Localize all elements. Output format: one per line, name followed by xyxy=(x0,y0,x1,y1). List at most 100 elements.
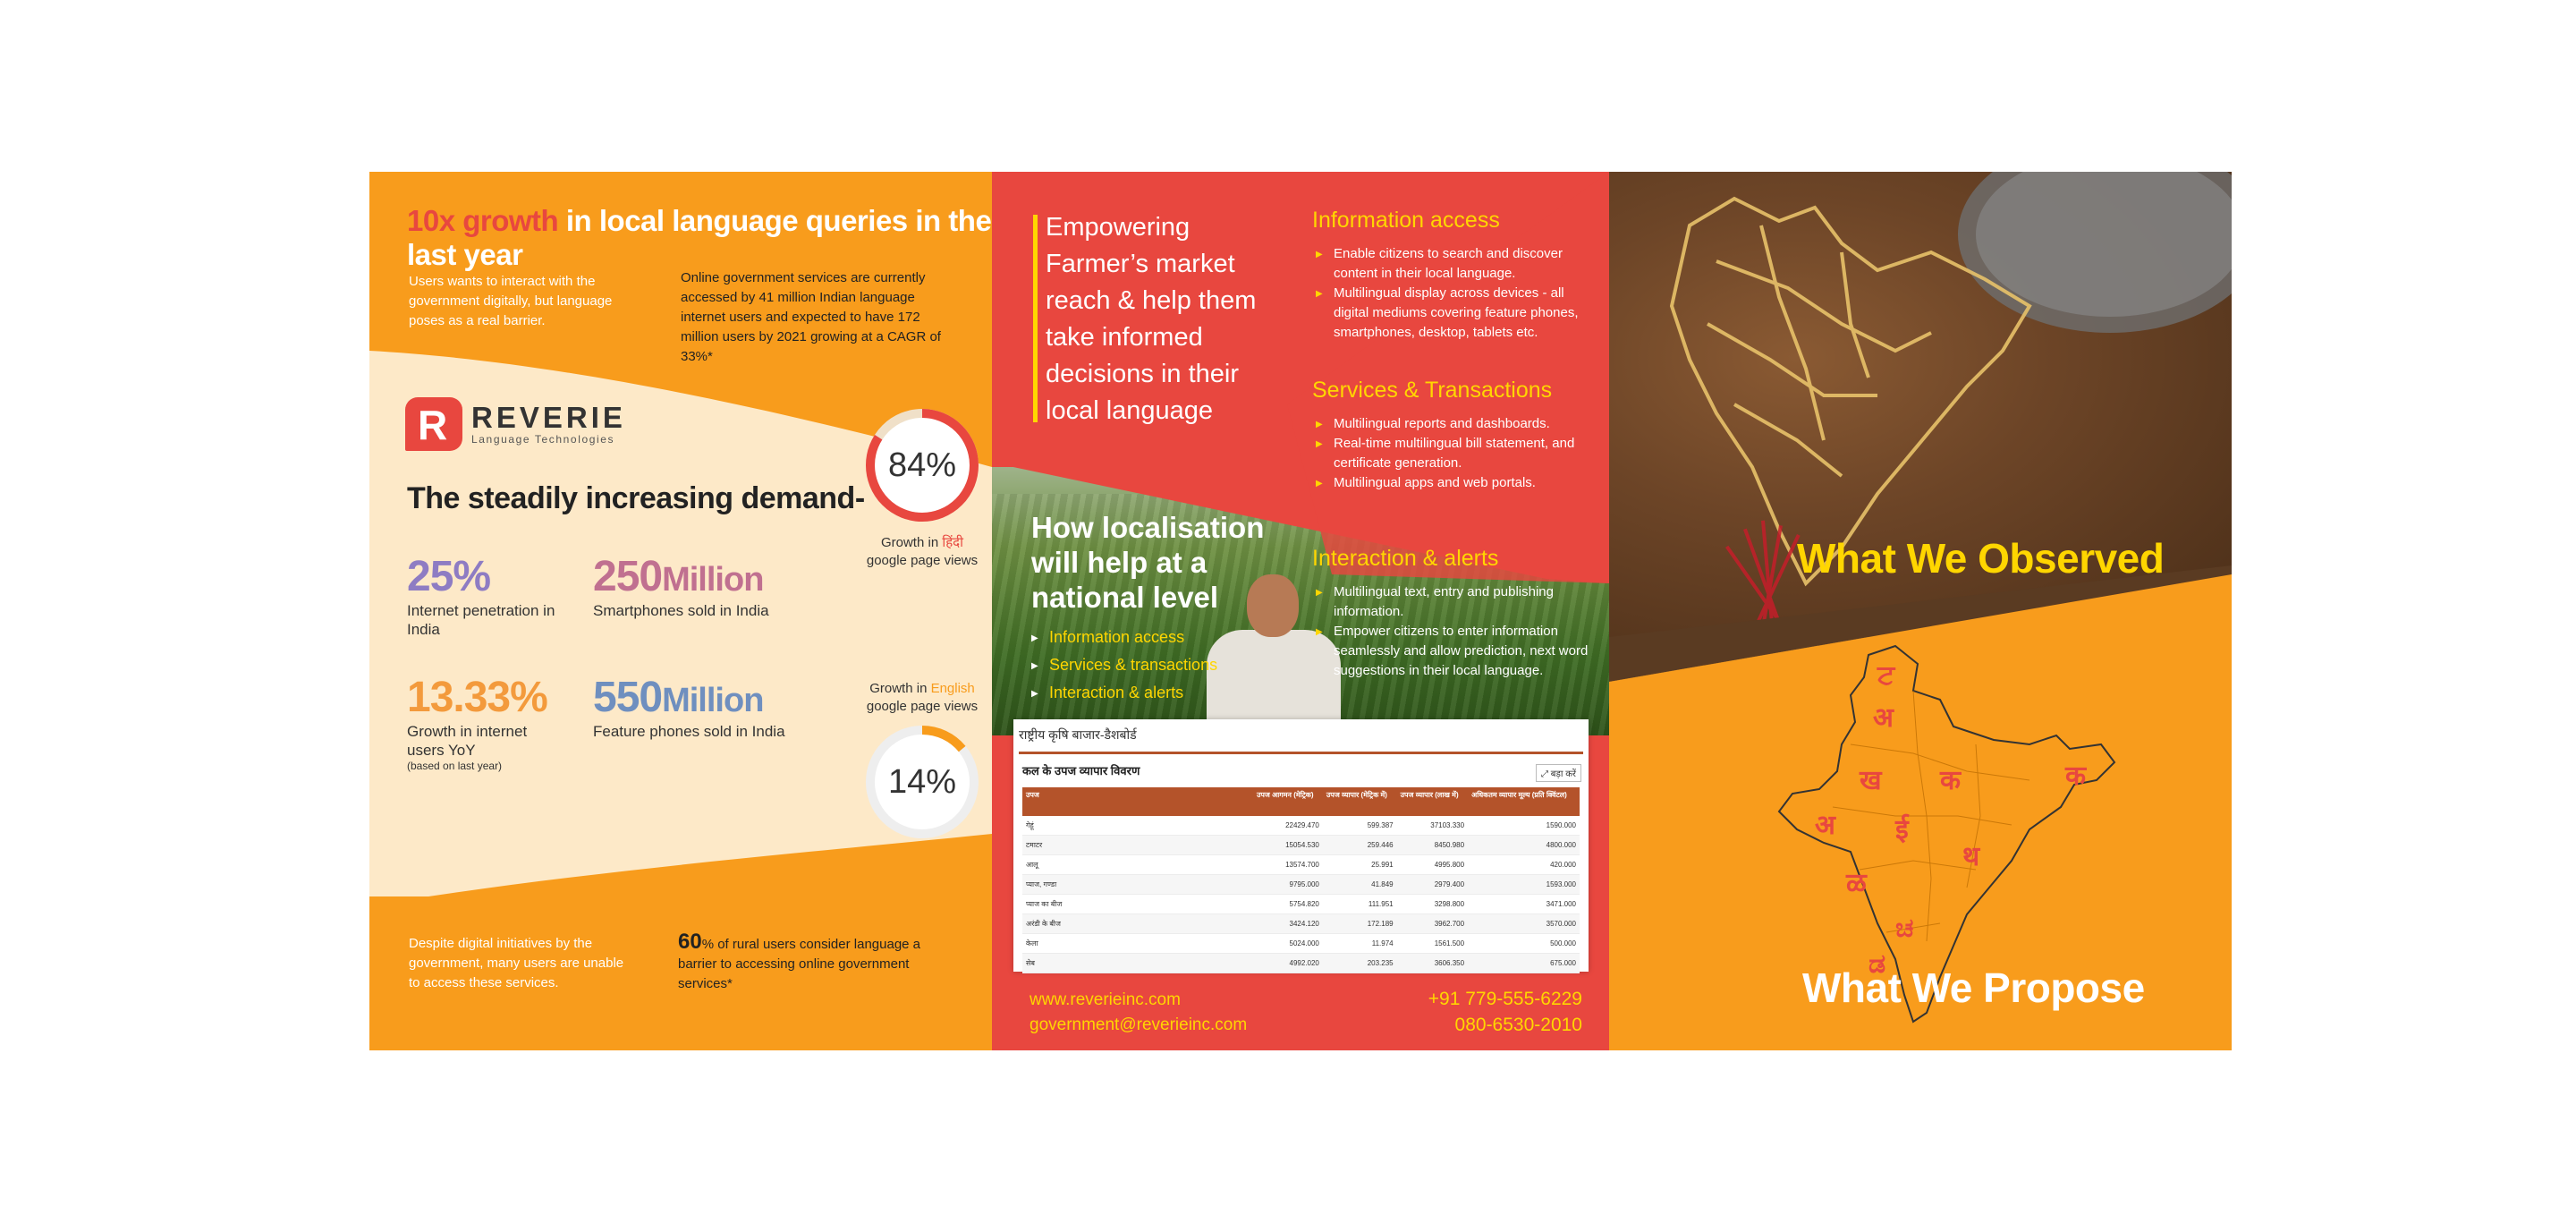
ring-english-label: Growth in English google page views xyxy=(866,681,979,714)
stat-label: Feature phones sold in India xyxy=(593,723,785,740)
stat-internet-growth: 13.33% Growth in internet users YoY (bas… xyxy=(407,673,559,772)
table-cell: 13574.700 xyxy=(1253,854,1323,875)
table-cell: 203.235 xyxy=(1322,953,1397,973)
table-row: प्याज, गण्डा 9795.000 41.849 2979.400 1593.0… xyxy=(1022,874,1580,895)
table-cell: 15054.530 xyxy=(1253,835,1323,855)
table-cell: 500.000 xyxy=(1468,933,1580,954)
website-link[interactable]: www.reverieinc.com xyxy=(1030,988,1247,1013)
contact-web: www.reverieinc.com government@reverieinc… xyxy=(1030,988,1247,1038)
intro-left-text: Users wants to interact with the governm… xyxy=(409,274,613,328)
phone-number: +91 779-555-6229 xyxy=(1428,989,1582,1009)
ring-english-value: 14% xyxy=(888,763,956,801)
table-cell: 3471.000 xyxy=(1468,894,1580,914)
stat-value: 250Million xyxy=(593,552,769,601)
footer-left-text: Despite digital initiatives by the gover… xyxy=(409,936,624,990)
section-title: Information access xyxy=(1312,208,1500,233)
accent-bar xyxy=(1033,215,1038,422)
reverie-logo: R REVERIE Language Technologies xyxy=(405,397,626,451)
how-localisation-title: How localisation will help at a national… xyxy=(1031,511,1265,614)
table-row: सेब 4992.020 203.235 3606.350 675.000 xyxy=(1022,953,1580,973)
section-list: Multilingual reports and dashboards. Rea… xyxy=(1312,414,1598,494)
list-item: Multilingual display across devices - al… xyxy=(1312,284,1598,343)
stat-label: Smartphones sold in India xyxy=(593,602,769,619)
growth-headline: 10x growth in local language queries in … xyxy=(407,204,992,272)
dashboard-subtitle: कल के उपज व्यापार विवरण xyxy=(1022,764,1140,777)
list-item: Enable citizens to search and discover c… xyxy=(1312,244,1598,284)
produce-table: उपज उपज आगमन (मेट्रिक) उपज व्यापार (मेट्… xyxy=(1022,787,1580,973)
map-letter: ळ xyxy=(1845,868,1868,899)
stat-value: 25% xyxy=(407,552,568,601)
expand-button[interactable]: ⤢ बड़ा करें xyxy=(1536,764,1581,782)
table-row: टमाटर 15054.530 259.446 8450.980 4800.000 xyxy=(1022,835,1580,855)
how-localisation-list: Information access Services & transactio… xyxy=(1028,624,1217,708)
table-cell: केला xyxy=(1022,933,1253,954)
dashboard-title: राष्ट्रीय कृषि बाजार-डैशबोर्ड xyxy=(1019,727,1137,742)
list-item: Multilingual text, entry and publishing … xyxy=(1312,582,1598,622)
stat-value: 13.33% xyxy=(407,673,559,722)
section-services-transactions: Services & Transactions Multilingual rep… xyxy=(1312,378,1598,494)
section-list: Enable citizens to search and discover c… xyxy=(1312,244,1598,343)
table-cell: 2979.400 xyxy=(1396,874,1469,895)
logo-subtitle: Language Technologies xyxy=(471,433,615,446)
table-cell: 5024.000 xyxy=(1253,933,1323,954)
dashboard-screenshot: राष्ट्रीय कृषि बाजार-डैशबोर्ड कल के उपज … xyxy=(1013,719,1589,973)
table-cell: प्याज का बीज xyxy=(1022,894,1253,914)
table-cell: गेहूं xyxy=(1022,816,1253,836)
ring-hindi-value: 84% xyxy=(888,446,956,484)
stat-internet-penetration: 25% Internet penetration in India xyxy=(407,552,568,639)
map-letter: क xyxy=(1939,765,1962,796)
map-letter: ख xyxy=(1859,765,1883,796)
stat-number: 250 xyxy=(593,553,663,600)
table-cell: 25.991 xyxy=(1322,854,1397,875)
ring-hindi-label: Growth in हिंदी google page views xyxy=(866,535,979,568)
demand-title: The steadily increasing demand- xyxy=(407,481,865,515)
table-cell: 41.849 xyxy=(1322,874,1397,895)
stat-value: 550Million xyxy=(593,673,785,722)
ring-hindi: 84% xyxy=(866,409,979,522)
panel-localisation: Empowering Farmer’s market reach & help … xyxy=(992,172,1609,1050)
table-cell: सेब xyxy=(1022,953,1253,973)
ring-english: 14% xyxy=(866,726,979,838)
table-cell: 1561.500 xyxy=(1396,933,1469,954)
table-cell: 3962.700 xyxy=(1396,913,1469,934)
table-cell: अरंडी के बीज xyxy=(1022,913,1253,934)
section-title: Services & Transactions xyxy=(1312,378,1553,403)
section-title: Interaction & alerts xyxy=(1312,546,1499,571)
section-information-access: Information access Enable citizens to se… xyxy=(1312,208,1598,343)
table-row: केला 5024.000 11.974 1561.500 500.000 xyxy=(1022,933,1580,954)
email-link[interactable]: government@reverieinc.com xyxy=(1030,1013,1247,1038)
table-cell: 4800.000 xyxy=(1468,835,1580,855)
list-item: Multilingual apps and web portals. xyxy=(1312,473,1598,494)
table-cell: 3298.800 xyxy=(1396,894,1469,914)
table-cell: आलू xyxy=(1022,854,1253,875)
stat-feature-phones: 550Million Feature phones sold in India xyxy=(593,673,785,741)
map-letter: अ xyxy=(1873,702,1894,734)
table-cell: 11.974 xyxy=(1322,933,1397,954)
list-item: Services & transactions xyxy=(1028,651,1217,680)
what-we-observed-title: What We Observed xyxy=(1797,535,2165,582)
table-row: प्याज का बीज 5754.820 111.951 3298.800 3471.… xyxy=(1022,894,1580,914)
stat-unit: Million xyxy=(662,682,764,719)
list-item: Information access xyxy=(1028,624,1217,652)
column-header: उपज आगमन (मेट्रिक) xyxy=(1253,787,1323,816)
panel-demand: 10x growth in local language queries in … xyxy=(369,172,992,1050)
table-header-row: उपज उपज आगमन (मेट्रिक) उपज व्यापार (मेट्… xyxy=(1022,787,1580,816)
table-cell: 4995.800 xyxy=(1396,854,1469,875)
table-cell: टमाटर xyxy=(1022,835,1253,855)
table-cell: 8450.980 xyxy=(1396,835,1469,855)
column-header: अधिकतम व्यापार मूल्य (प्रति क्विंटल) xyxy=(1468,787,1580,816)
table-cell: 1593.000 xyxy=(1468,874,1580,895)
stat-unit: Million xyxy=(662,561,764,599)
brochure: 10x growth in local language queries in … xyxy=(369,172,2232,1050)
table-cell: 9795.000 xyxy=(1253,874,1323,895)
column-header: उपज व्यापार (लाख में) xyxy=(1396,787,1469,816)
section-interaction-alerts: Interaction & alerts Multilingual text, … xyxy=(1312,546,1598,681)
table-cell: 37103.330 xyxy=(1396,816,1469,836)
table-cell: 3424.120 xyxy=(1253,913,1323,934)
table-cell: 420.000 xyxy=(1468,854,1580,875)
table-cell: प्याज, गण्डा xyxy=(1022,874,1253,895)
intro-right-text: Online government services are currently… xyxy=(681,270,941,364)
stat-smartphones: 250Million Smartphones sold in India xyxy=(593,552,769,620)
table-cell: 3606.350 xyxy=(1396,953,1469,973)
table-row: आलू 13574.700 25.991 4995.800 420.000 xyxy=(1022,854,1580,875)
